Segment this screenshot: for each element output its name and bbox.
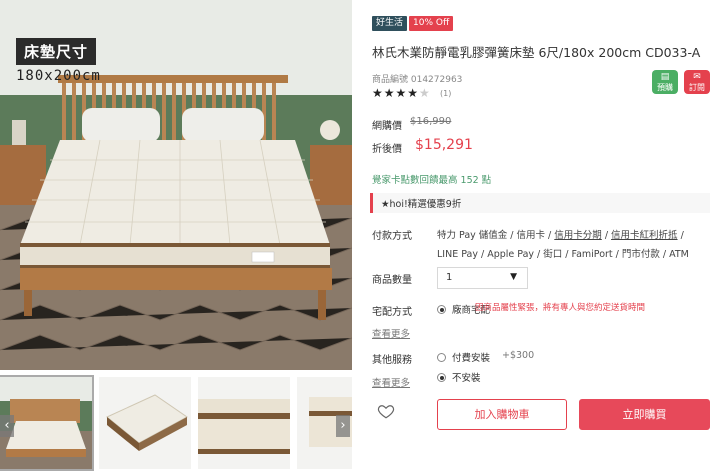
add-to-cart-button[interactable]: 加入購物車: [437, 399, 567, 430]
original-price-label: 網購價: [372, 121, 402, 132]
size-badge: 床墊尺寸 180x200cm: [16, 38, 101, 84]
quantity-select[interactable]: 1 ▼: [437, 267, 528, 289]
preorder-icon: ▤: [660, 72, 670, 82]
bell-icon: ✉: [693, 72, 701, 82]
paid-install-option[interactable]: 付費安裝: [452, 350, 490, 364]
sale-price: $15,291: [415, 137, 473, 153]
gallery-next-arrow[interactable]: ›: [336, 415, 350, 437]
bonus-link[interactable]: 信用卡紅利折抵: [611, 230, 678, 241]
shipping-more-link[interactable]: 查看更多: [372, 326, 410, 340]
no-install-radio[interactable]: [437, 373, 446, 382]
rating-stars[interactable]: ★★★★★: [372, 86, 431, 100]
quantity-label: 商品數量: [372, 275, 412, 286]
services-more-link[interactable]: 查看更多: [372, 375, 410, 389]
installment-link[interactable]: 信用卡分期: [554, 230, 602, 241]
gallery-prev-arrow[interactable]: ‹: [0, 415, 14, 437]
payment-separator: /: [677, 230, 684, 241]
shipping-note: 因商品屬性緊張，將有專人與您約定送貨時間: [475, 303, 646, 313]
thumbnail-2[interactable]: [99, 377, 191, 469]
payment-methods-line1: 特力 Pay 儲值金 / 信用卡 / 信用卡分期 / 信用卡紅利折抵 /: [437, 227, 684, 241]
review-count[interactable]: (1): [440, 89, 451, 98]
subscribe-button[interactable]: ✉ 訂閱: [684, 70, 710, 94]
payment-methods-line2: LINE Pay / Apple Pay / 街口 / FamiPort / 門…: [437, 249, 689, 260]
preorder-label: 預購: [657, 83, 673, 92]
product-main-image[interactable]: 床墊尺寸 180x200cm: [0, 0, 352, 370]
product-number: 商品編號 014272963: [372, 75, 463, 85]
shipping-radio[interactable]: [437, 305, 446, 314]
size-badge-title: 床墊尺寸: [16, 38, 97, 65]
thumbnail-mattress-image: [99, 377, 191, 469]
no-install-option[interactable]: 不安裝: [452, 370, 481, 384]
services-label: 其他服務: [372, 355, 412, 366]
promo-bar[interactable]: ★hoi!精選優惠9折: [370, 193, 710, 213]
promo-text: ★hoi!精選優惠9折: [381, 199, 462, 210]
product-info-panel: 好生活 10% Off 林氏木業防靜電乳膠彈簧床墊 6尺/180x 200cm …: [370, 0, 715, 474]
paid-install-radio[interactable]: [437, 353, 446, 362]
good-life-tag: 好生活: [372, 16, 408, 31]
caret-down-icon: ▼: [510, 272, 517, 282]
thumbnail-3[interactable]: [198, 377, 290, 469]
original-price: $16,990: [410, 116, 452, 127]
buy-now-button[interactable]: 立即購買: [579, 399, 710, 430]
subscribe-label: 訂閱: [689, 83, 705, 92]
sale-price-label: 折後價: [372, 144, 402, 155]
preorder-button[interactable]: ▤ 預購: [652, 70, 678, 94]
discount-tag: 10% Off: [409, 16, 454, 31]
thumbnail-edge-image: [198, 377, 290, 469]
points-note: 覺家卡點數回饋最高 152 點: [372, 175, 492, 186]
quantity-value: 1: [446, 272, 453, 283]
paid-install-price: +$300: [502, 350, 535, 361]
heart-icon[interactable]: [377, 402, 395, 420]
product-title: 林氏木業防靜電乳膠彈簧床墊 6尺/180x 200cm CD033-A: [372, 45, 701, 60]
thumbnail-strip: ‹ ›: [0, 375, 352, 471]
shipping-label: 宅配方式: [372, 307, 412, 318]
payment-separator: /: [601, 230, 612, 241]
payment-label: 付款方式: [372, 231, 412, 242]
payment-methods-text: 特力 Pay 儲值金 / 信用卡 /: [437, 230, 555, 241]
size-badge-dims: 180x200cm: [16, 68, 101, 84]
